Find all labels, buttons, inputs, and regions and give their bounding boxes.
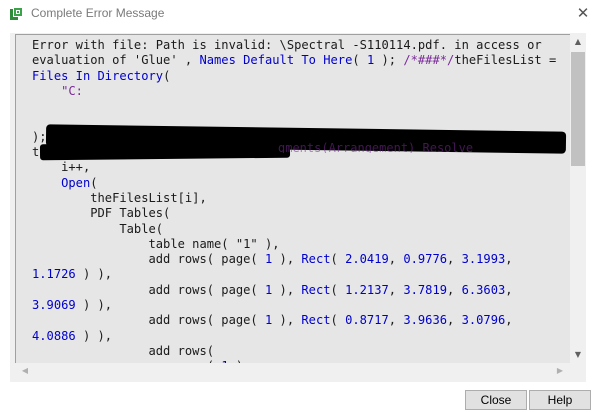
code-token: theFilesList[i], [32,190,207,205]
code-line: theFilesList[i], [32,191,556,206]
scroll-right-icon[interactable]: ▶ [552,363,568,379]
close-icon[interactable]: ✕ [574,3,592,23]
code-token: ( [330,252,346,267]
code-token: , [505,252,513,267]
scrollbar-corner [570,363,586,379]
code-token: ) ), [75,298,113,313]
code-token: i++, [32,160,91,175]
code-line: add rows( page( 1 ), Rect( 0.8717, 3.963… [32,313,556,328]
close-button[interactable]: Close [465,390,527,410]
code-token: 3.1993 [461,252,506,267]
vertical-scrollbar[interactable]: ▲ ▼ [570,34,586,363]
code-token: 3.0796 [461,313,506,328]
code-token: 1.2137 [345,282,389,297]
error-message-text-area[interactable]: Error with file: Path is invalid: \Spect… [15,34,570,363]
code-token: ) ), [75,328,113,343]
code-token: , [505,313,513,328]
code-token: add rows( page( [32,252,265,267]
code-token: ( [352,53,367,68]
code-line: 1.1726 ) ), [32,267,556,282]
code-token: , [505,282,513,297]
code-token: ), [272,313,302,328]
code-token: ), [272,282,302,297]
code-token: add rows( page( [32,313,265,328]
code-token: 2.0419 [345,252,389,267]
code-token: 0.8717 [345,313,389,328]
code-line: Open( [32,176,556,191]
code-token: table name( "1" ), [32,236,280,251]
code-token: theFilesList = [454,53,557,68]
code-token: add rows( page( [32,282,265,297]
code-token: , [447,252,462,267]
title-bar: Complete Error Message ✕ [0,0,595,28]
code-token: , [388,252,404,267]
code-token: 3.9636 [403,313,448,328]
code-token: ( [330,282,346,297]
code-token: Names Default To Here [199,53,353,68]
code-token: add rows( [32,343,215,358]
code-line: evaluation of 'Glue' , Names Default To … [32,53,556,68]
window-title: Complete Error Message [31,6,165,20]
code-token: 3.7819 [403,282,448,297]
code-line: Error with file: Path is invalid: \Spect… [32,38,556,53]
code-line: add rows( page( 1 ), Rect( 1.2137, 3.781… [32,283,556,298]
code-line: Files In Directory( [32,69,556,84]
code-token: Files In Directory [32,68,164,83]
code-line: 3.9069 ) ), [32,298,556,313]
code-token: , [447,313,462,328]
code-token: ( [330,313,346,328]
code-token: ); [374,53,404,68]
scroll-down-icon[interactable]: ▼ [570,347,586,363]
code-token: Rect [301,282,331,297]
code-line: ​ [32,99,556,114]
code-token: /*###*/ [403,53,455,68]
scrollbar-thumb[interactable] [571,52,585,166]
code-line: 4.0886 ) ), [32,329,556,344]
code-line: table name( "1" ), [32,237,556,252]
redaction-bar [39,141,291,161]
horizontal-scrollbar[interactable]: ◀ ▶ [15,363,570,379]
code-token: , [447,282,462,297]
error-message-code: Error with file: Path is invalid: \Spect… [32,38,556,363]
code-token: , [388,282,404,297]
code-token: Rect [301,313,331,328]
code-token: 3.9069 [32,298,76,313]
code-line: add rows( [32,344,556,359]
code-token: ) ), [75,267,113,282]
code-line: i++, [32,160,556,175]
code-token: ( [163,68,171,83]
code-token: , [388,313,404,328]
code-line: PDF Tables( [32,206,556,221]
code-line: Table( [32,222,556,237]
code-token: evaluation of 'Glue' , [32,53,200,68]
code-line: add rows( page( 1 ), Rect( 2.0419, 0.977… [32,252,556,267]
code-token: Table( [32,221,164,236]
code-token: ( [90,175,98,190]
code-token: 0.9776 [403,252,448,267]
scroll-left-icon[interactable]: ◀ [17,363,33,379]
code-token: 6.3603 [461,282,506,297]
error-app-icon [10,8,22,20]
code-token: Open [61,175,91,190]
code-line: "C: [32,84,556,99]
help-button[interactable]: Help [529,390,591,410]
code-token: "C: [32,83,83,98]
code-token: ), [272,252,302,267]
code-token: 4.0886 [32,328,76,343]
code-token: 1.1726 [32,267,76,282]
code-token: PDF Tables( [32,206,171,221]
code-token: Error with file: Path is invalid: \Spect… [32,38,542,52]
code-token: Rect [301,252,331,267]
scroll-up-icon[interactable]: ▲ [570,34,586,50]
redacted-text-fragment: gments(Arrangement) Resolve [278,141,474,153]
